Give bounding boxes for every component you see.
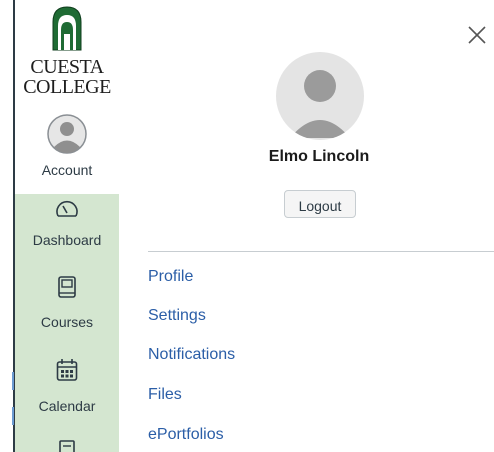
inbox-icon <box>59 440 75 452</box>
close-icon <box>468 26 486 44</box>
nav-label-dashboard: Dashboard <box>32 232 102 248</box>
close-tray-button[interactable] <box>466 24 488 46</box>
nav-label-account: Account <box>41 162 93 178</box>
logo-text-line2: COLLEGE <box>23 76 111 98</box>
user-name: Elmo Lincoln <box>268 148 370 165</box>
user-avatar-icon <box>47 114 87 154</box>
tray-divider <box>148 251 494 252</box>
logout-button[interactable]: Logout <box>284 190 356 218</box>
edge-marker <box>12 407 14 425</box>
college-logo-icon <box>50 4 84 52</box>
nav-item-courses[interactable]: Courses <box>15 274 119 336</box>
edge-marker <box>12 372 14 390</box>
nav-item-account[interactable]: Account <box>15 110 119 188</box>
user-avatar-icon <box>276 52 364 140</box>
notifications-link[interactable]: Notifications <box>148 346 235 364</box>
nav-item-calendar[interactable]: Calendar <box>15 356 119 418</box>
profile-link[interactable]: Profile <box>148 268 193 286</box>
files-link[interactable]: Files <box>148 386 182 404</box>
global-navigation: CUESTA COLLEGE Account Dashboard Courses <box>15 0 119 452</box>
nav-label-courses: Courses <box>40 314 94 330</box>
nav-item-inbox[interactable] <box>15 436 119 452</box>
nav-label-calendar: Calendar <box>38 398 96 414</box>
nav-item-dashboard[interactable]: Dashboard <box>15 196 119 262</box>
user-avatar <box>276 52 364 145</box>
speedometer-icon <box>56 200 78 217</box>
college-logo-link[interactable]: CUESTA COLLEGE <box>15 0 119 104</box>
settings-link[interactable]: Settings <box>148 307 206 325</box>
book-icon <box>58 276 76 298</box>
eportfolios-link[interactable]: ePortfolios <box>148 426 224 444</box>
calendar-icon <box>56 359 78 381</box>
